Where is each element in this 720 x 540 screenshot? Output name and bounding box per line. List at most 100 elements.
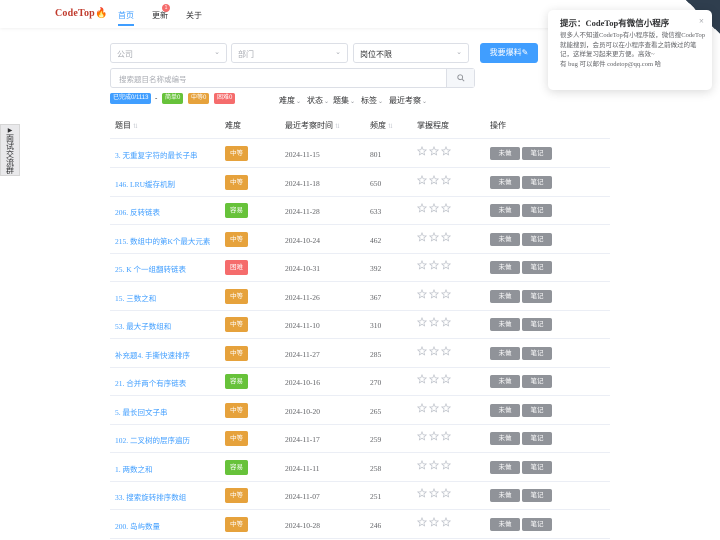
mastery-stars[interactable] xyxy=(416,459,453,474)
status-button[interactable]: 未做 xyxy=(490,289,520,303)
note-button[interactable]: 笔记 xyxy=(522,432,552,445)
star-icon[interactable] xyxy=(416,516,428,527)
star-icon[interactable] xyxy=(428,174,440,185)
question-title[interactable]: 25. K 个一组翻转链表 xyxy=(115,264,186,275)
status-button[interactable]: 未做 xyxy=(490,403,520,417)
star-icon[interactable] xyxy=(428,316,440,327)
star-icon[interactable] xyxy=(416,145,428,156)
star-icon[interactable] xyxy=(416,459,428,470)
star-icon[interactable] xyxy=(440,430,452,441)
note-button[interactable]: 笔记 xyxy=(522,375,552,388)
mastery-stars[interactable] xyxy=(416,373,453,388)
star-icon[interactable] xyxy=(428,145,440,156)
question-title[interactable]: 102. 二叉树的层序遍历 xyxy=(115,435,190,446)
star-icon[interactable] xyxy=(428,459,440,470)
star-icon[interactable] xyxy=(416,259,428,270)
header-title[interactable]: 题目 ⇅ xyxy=(115,120,138,131)
question-title[interactable]: 33. 搜索旋转排序数组 xyxy=(115,492,186,503)
star-icon[interactable] xyxy=(440,316,452,327)
filter-status[interactable]: 状态⌄ xyxy=(307,95,329,106)
star-icon[interactable] xyxy=(440,174,452,185)
question-title[interactable]: 53. 最大子数组和 xyxy=(115,321,171,332)
mastery-stars[interactable] xyxy=(416,430,453,445)
note-button[interactable]: 笔记 xyxy=(522,318,552,331)
star-icon[interactable] xyxy=(428,231,440,242)
star-icon[interactable] xyxy=(428,345,440,356)
note-button[interactable]: 笔记 xyxy=(522,517,552,531)
star-icon[interactable] xyxy=(416,202,428,213)
question-title[interactable]: 1. 两数之和 xyxy=(115,464,153,475)
star-icon[interactable] xyxy=(416,430,428,441)
star-icon[interactable] xyxy=(440,373,452,384)
logo[interactable]: CodeTop🔥 xyxy=(55,8,108,19)
mastery-stars[interactable] xyxy=(416,288,453,303)
mastery-stars[interactable] xyxy=(416,202,453,217)
tag-medium[interactable]: 中等0 xyxy=(188,93,210,104)
star-icon[interactable] xyxy=(416,231,428,242)
question-title[interactable]: 补充题4. 手撕快速排序 xyxy=(115,350,190,361)
mastery-stars[interactable] xyxy=(416,487,453,502)
question-title[interactable]: 206. 反转链表 xyxy=(115,207,160,218)
mastery-stars[interactable] xyxy=(416,174,453,189)
status-button[interactable]: 未做 xyxy=(490,175,520,189)
star-icon[interactable] xyxy=(416,487,428,498)
star-icon[interactable] xyxy=(428,288,440,299)
mastery-stars[interactable] xyxy=(416,145,453,160)
mastery-stars[interactable] xyxy=(416,231,453,246)
star-icon[interactable] xyxy=(416,288,428,299)
mastery-stars[interactable] xyxy=(416,316,453,331)
note-button[interactable]: 笔记 xyxy=(522,403,552,417)
mastery-stars[interactable] xyxy=(416,345,453,360)
star-icon[interactable] xyxy=(440,231,452,242)
star-icon[interactable] xyxy=(428,259,440,270)
note-button[interactable]: 笔记 xyxy=(522,204,552,217)
star-icon[interactable] xyxy=(416,373,428,384)
star-icon[interactable] xyxy=(440,345,452,356)
header-date[interactable]: 最近考察时间 ⇅ xyxy=(285,120,340,131)
tag-easy[interactable]: 简单0 xyxy=(162,93,184,104)
status-button[interactable]: 未做 xyxy=(490,375,520,388)
star-icon[interactable] xyxy=(440,459,452,470)
filter-set[interactable]: 题集⌄ xyxy=(333,95,355,106)
status-button[interactable]: 未做 xyxy=(490,204,520,217)
status-button[interactable]: 未做 xyxy=(490,318,520,331)
star-icon[interactable] xyxy=(416,402,428,413)
filter-recent[interactable]: 最近考察⌄ xyxy=(389,95,427,106)
note-button[interactable]: 笔记 xyxy=(522,489,552,502)
star-icon[interactable] xyxy=(440,145,452,156)
search-input[interactable]: 搜索题目名称或编号 xyxy=(119,74,187,85)
star-icon[interactable] xyxy=(428,202,440,213)
question-title[interactable]: 200. 岛屿数量 xyxy=(115,521,160,532)
star-icon[interactable] xyxy=(440,288,452,299)
star-icon[interactable] xyxy=(428,373,440,384)
note-button[interactable]: 笔记 xyxy=(522,346,552,360)
company-select[interactable]: 公司 ⌄ xyxy=(110,43,227,63)
star-icon[interactable] xyxy=(440,516,452,527)
submit-leak-button[interactable]: 我要爆料 ​✎ xyxy=(480,43,538,63)
note-button[interactable]: 笔记 xyxy=(522,460,552,474)
tag-hard[interactable]: 困难0 xyxy=(214,93,236,104)
close-icon[interactable]: × xyxy=(699,16,704,26)
star-icon[interactable] xyxy=(440,259,452,270)
status-button[interactable]: 未做 xyxy=(490,517,520,531)
filter-difficulty[interactable]: 难度⌄ xyxy=(279,95,301,106)
star-icon[interactable] xyxy=(440,487,452,498)
search-box[interactable]: 搜索题目名称或编号 xyxy=(110,68,475,88)
mastery-stars[interactable] xyxy=(416,516,453,531)
nav-about[interactable]: 关于 xyxy=(186,10,202,21)
status-button[interactable]: 未做 xyxy=(490,232,520,246)
star-icon[interactable] xyxy=(416,316,428,327)
star-icon[interactable] xyxy=(428,516,440,527)
question-title[interactable]: 15. 三数之和 xyxy=(115,293,156,304)
mastery-stars[interactable] xyxy=(416,402,453,417)
star-icon[interactable] xyxy=(440,202,452,213)
star-icon[interactable] xyxy=(428,430,440,441)
question-title[interactable]: 146. LRU缓存机制 xyxy=(115,179,175,190)
question-title[interactable]: 215. 数组中的第K个最大元素 xyxy=(115,236,210,247)
status-button[interactable]: 未做 xyxy=(490,261,520,274)
mastery-stars[interactable] xyxy=(416,259,453,274)
star-icon[interactable] xyxy=(440,402,452,413)
note-button[interactable]: 笔记 xyxy=(522,261,552,274)
department-select[interactable]: 部门 ⌄ xyxy=(231,43,348,63)
note-button[interactable]: 笔记 xyxy=(522,289,552,303)
